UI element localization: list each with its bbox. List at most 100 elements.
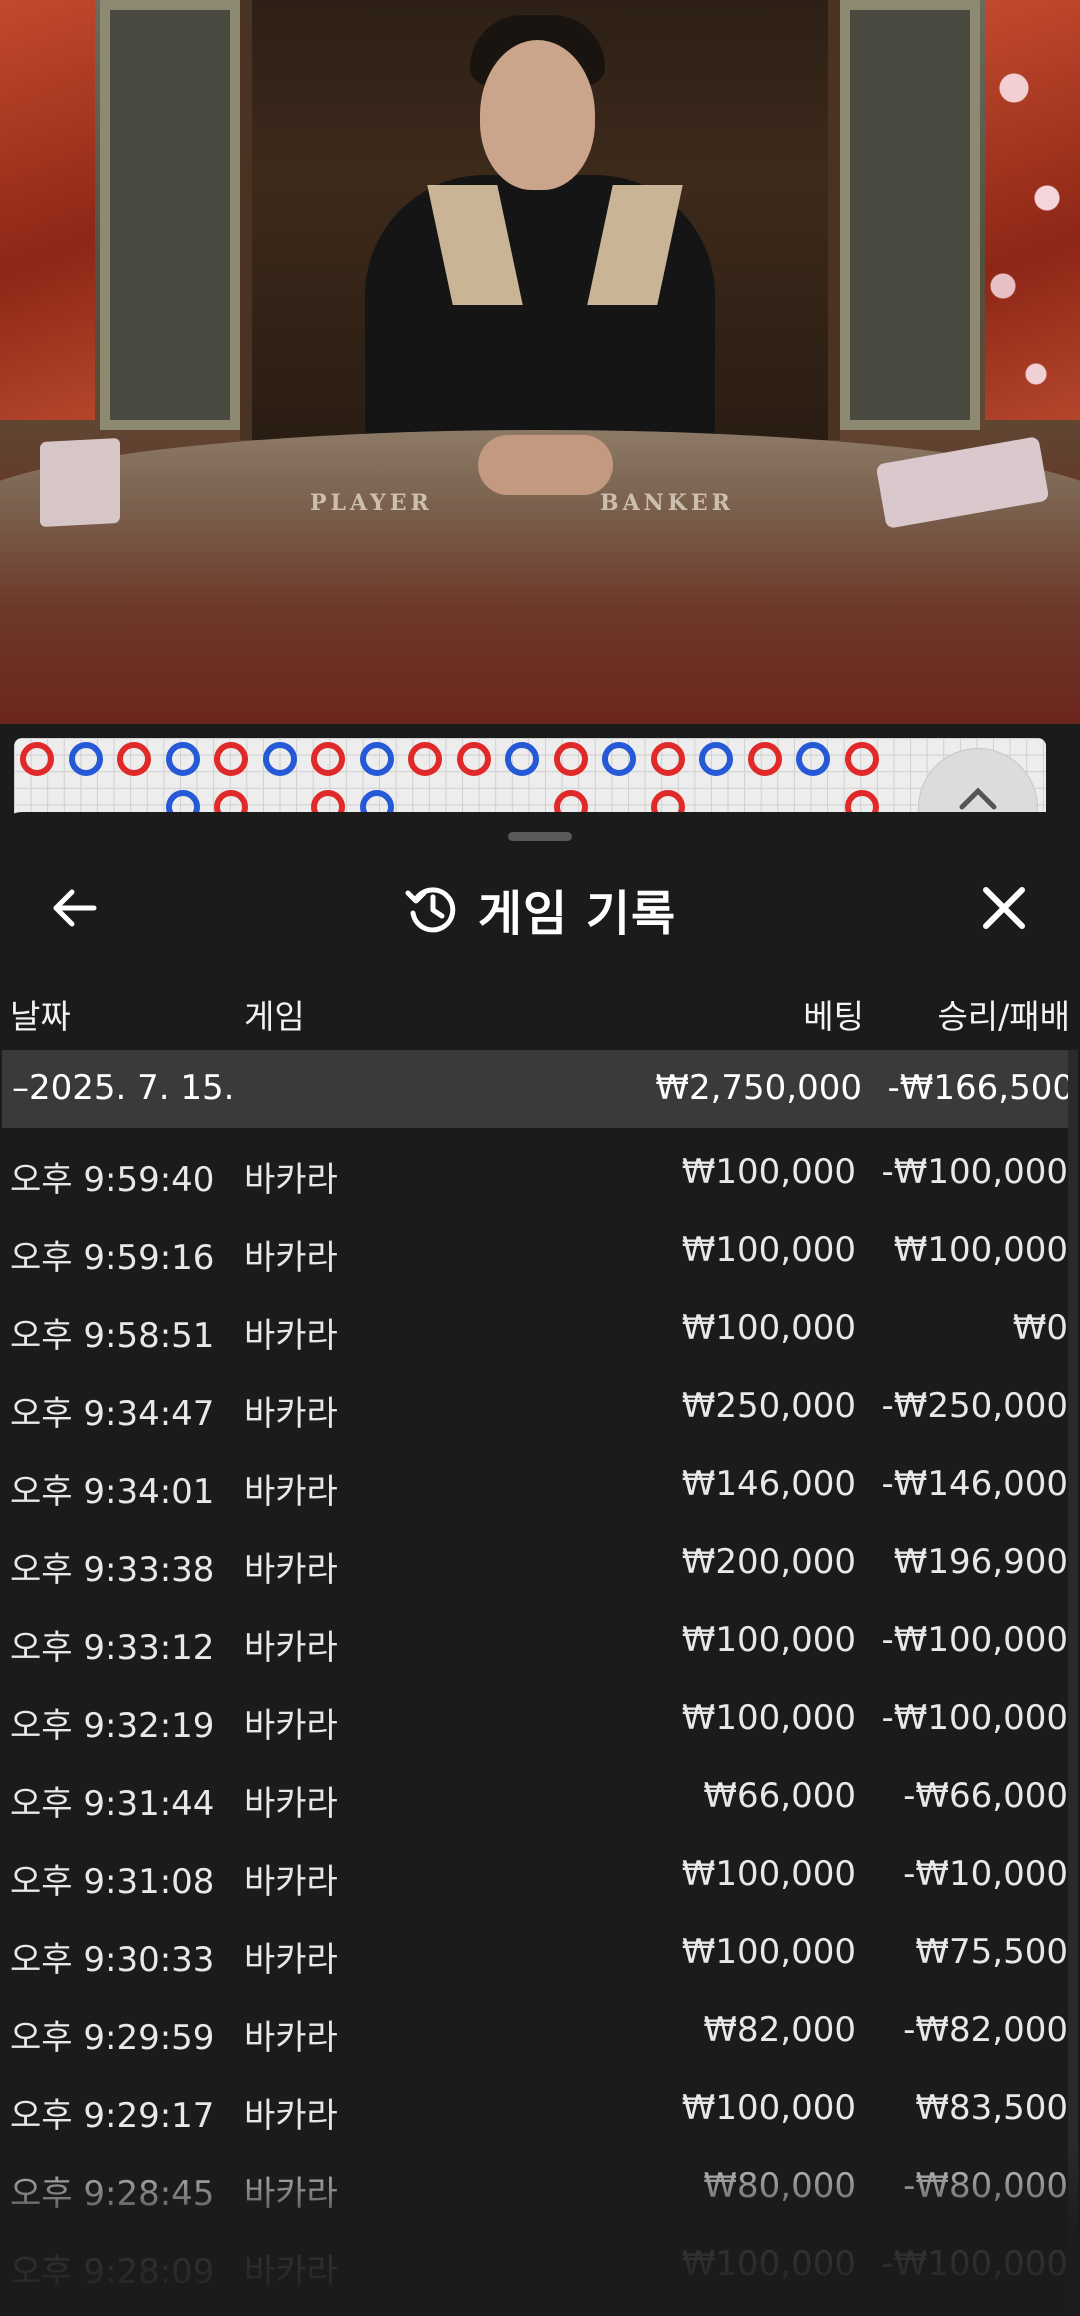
player-mark xyxy=(699,742,733,776)
player-mark xyxy=(505,742,539,776)
row-time: 오후 9:28:45 xyxy=(10,2174,215,2214)
table-row[interactable]: 오후 9:28:45 바카라 ₩80,000 -₩80,000 xyxy=(0,2146,1070,2224)
cherry-blossom-decor xyxy=(970,0,1080,440)
row-result: -₩250,000 xyxy=(881,1386,1069,1426)
row-time: 오후 9:32:19 xyxy=(10,1706,215,1746)
row-result: -₩100,000 xyxy=(881,1152,1069,1192)
table-label-player: PLAYER xyxy=(310,490,433,516)
table-row[interactable]: 오후 9:33:12 바카라 ₩100,000 -₩100,000 xyxy=(0,1600,1070,1678)
row-game: 바카라 xyxy=(244,1706,338,1746)
banker-mark xyxy=(650,742,685,776)
table-header: 날짜 게임 베팅 승리/패배 xyxy=(0,982,1080,1036)
row-game: 바카라 xyxy=(244,2096,338,2136)
row-result: -₩82,000 xyxy=(903,2010,1068,2050)
row-result: -₩100,000 xyxy=(881,1698,1069,1738)
sheet-header: 게임 기록 xyxy=(0,872,1080,946)
row-result: ₩75,500 xyxy=(915,1932,1068,1972)
row-time: 오후 9:33:12 xyxy=(10,1628,215,1668)
row-result: ₩83,500 xyxy=(915,2088,1068,2128)
banker-mark xyxy=(117,742,151,776)
dealer-head xyxy=(480,40,595,190)
row-time: 오후 9:28:09 xyxy=(10,2252,215,2292)
column-header-bet: 베팅 xyxy=(803,997,864,1036)
row-game: 바카라 xyxy=(244,1160,338,1200)
player-mark xyxy=(602,742,636,776)
row-bet: ₩82,000 xyxy=(703,2010,856,2050)
table-row[interactable]: 오후 9:32:19 바카라 ₩100,000 -₩100,000 xyxy=(0,1678,1070,1756)
table-row[interactable]: 오후 9:59:16 바카라 ₩100,000 ₩100,000 xyxy=(0,1210,1070,1288)
column-header-date: 날짜 xyxy=(10,997,71,1036)
row-bet: ₩200,000 xyxy=(681,1542,856,1582)
table-row[interactable]: 오후 9:29:59 바카라 ₩82,000 -₩82,000 xyxy=(0,1990,1070,2068)
row-result: -₩66,000 xyxy=(903,1776,1068,1816)
row-bet: ₩100,000 xyxy=(681,1620,856,1660)
table-row[interactable]: 오후 9:31:44 바카라 ₩66,000 -₩66,000 xyxy=(0,1756,1070,1834)
table-row[interactable]: 오후 9:28:09 바카라 ₩100,000 -₩100,000 xyxy=(0,2224,1070,2302)
row-game: 바카라 xyxy=(244,2018,338,2058)
sheet-drag-handle[interactable] xyxy=(508,832,572,841)
row-bet: ₩100,000 xyxy=(681,2244,856,2284)
dealer-hands xyxy=(478,435,613,495)
row-result: ₩100,000 xyxy=(893,1230,1068,1270)
row-result: -₩10,000 xyxy=(903,1854,1068,1894)
page-title: 게임 기록 xyxy=(477,886,677,942)
table-label-banker: BANKER xyxy=(600,490,734,516)
column-header-game: 게임 xyxy=(244,997,305,1036)
date-group-header[interactable]: –2025. 7. 15. ₩2,750,000 -₩166,500 xyxy=(2,1050,1074,1128)
column-header-result: 승리/패배 xyxy=(937,997,1070,1036)
table-row[interactable]: 오후 9:29:17 바카라 ₩100,000 ₩83,500 xyxy=(0,2068,1070,2146)
row-bet: ₩66,000 xyxy=(703,1776,856,1816)
player-mark xyxy=(796,742,830,776)
row-time: 오후 9:29:59 xyxy=(10,2018,215,2058)
row-bet: ₩100,000 xyxy=(681,1932,856,1972)
history-list: 오후 9:59:40 바카라 ₩100,000 -₩100,000 오후 9:59:16… xyxy=(0,1132,1070,2302)
banker-mark xyxy=(408,742,442,776)
date-group-bet-total: ₩2,750,000 xyxy=(655,1068,862,1108)
row-result: -₩146,000 xyxy=(881,1464,1069,1504)
close-button[interactable] xyxy=(964,868,1044,948)
close-icon xyxy=(983,887,1025,929)
player-mark xyxy=(68,742,103,776)
row-game: 바카라 xyxy=(244,1862,338,1902)
banker-mark xyxy=(311,742,345,776)
table-row[interactable]: 오후 9:34:01 바카라 ₩146,000 -₩146,000 xyxy=(0,1444,1070,1522)
row-time: 오후 9:29:17 xyxy=(10,2096,215,2136)
table-row[interactable]: 오후 9:59:40 바카라 ₩100,000 -₩100,000 xyxy=(0,1132,1070,1210)
player-mark xyxy=(262,742,297,776)
row-game: 바카라 xyxy=(244,1784,338,1824)
table-row[interactable]: 오후 9:30:33 바카라 ₩100,000 ₩75,500 xyxy=(0,1912,1070,1990)
row-bet: ₩100,000 xyxy=(681,1152,856,1192)
table-row[interactable]: 오후 9:34:47 바카라 ₩250,000 -₩250,000 xyxy=(0,1366,1070,1444)
row-game: 바카라 xyxy=(244,1472,338,1512)
row-result: -₩80,000 xyxy=(903,2166,1068,2206)
wall-panel-right xyxy=(840,0,980,430)
row-bet: ₩146,000 xyxy=(681,1464,856,1504)
card-stack xyxy=(40,437,120,528)
row-bet: ₩100,000 xyxy=(681,2088,856,2128)
row-game: 바카라 xyxy=(244,1628,338,1668)
table-row[interactable]: 오후 9:58:51 바카라 ₩100,000 ₩0 xyxy=(0,1288,1070,1366)
decor-screen-left xyxy=(0,0,95,420)
row-game: 바카라 xyxy=(244,2252,338,2292)
banker-mark xyxy=(747,742,782,776)
banker-mark xyxy=(456,742,491,776)
row-result: ₩0 xyxy=(1012,1308,1068,1348)
row-result: -₩100,000 xyxy=(881,2244,1069,2284)
row-bet: ₩250,000 xyxy=(681,1386,856,1426)
row-result: ₩196,900 xyxy=(893,1542,1068,1582)
date-group-result-total: -₩166,500 xyxy=(887,1068,1075,1108)
table-row[interactable]: 오후 9:33:38 바카라 ₩200,000 ₩196,900 xyxy=(0,1522,1070,1600)
row-time: 오후 9:34:01 xyxy=(10,1472,215,1512)
table-row[interactable]: 오후 9:31:08 바카라 ₩100,000 -₩10,000 xyxy=(0,1834,1070,1912)
game-history-sheet: 게임 기록 날짜 게임 베팅 승리/패배 –2025. 7. 15. ₩2,75… xyxy=(0,812,1080,2316)
date-group-label: –2025. 7. 15. xyxy=(12,1068,235,1108)
row-bet: ₩100,000 xyxy=(681,1854,856,1894)
chevron-up-icon xyxy=(959,787,997,810)
scrollbar[interactable] xyxy=(1068,1050,1078,2316)
row-bet: ₩100,000 xyxy=(681,1308,856,1348)
history-icon xyxy=(405,887,456,933)
row-time: 오후 9:31:08 xyxy=(10,1862,215,1902)
banker-mark xyxy=(20,742,54,776)
row-bet: ₩80,000 xyxy=(703,2166,856,2206)
row-game: 바카라 xyxy=(244,1394,338,1434)
